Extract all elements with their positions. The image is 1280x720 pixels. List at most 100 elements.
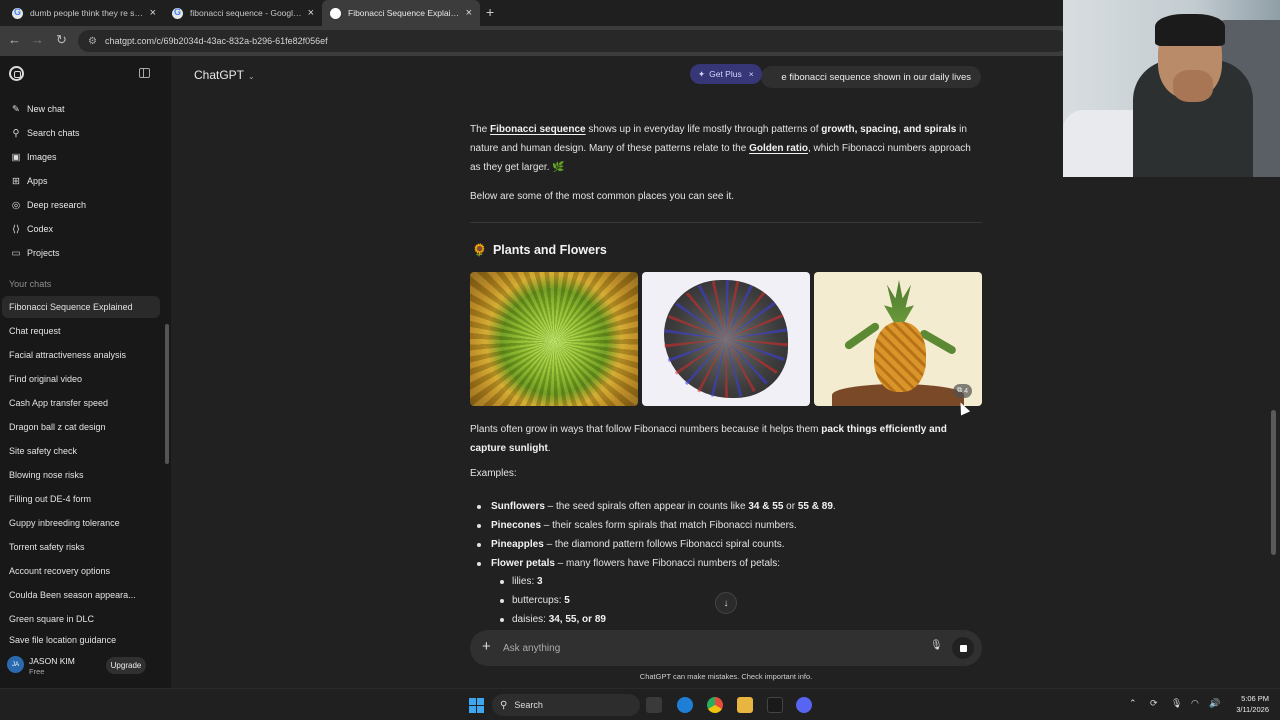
get-plus-label: Get Plus — [709, 69, 742, 79]
webcam-hand — [1173, 70, 1213, 102]
sidebar-item-projects[interactable]: ▭ Projects — [0, 242, 160, 264]
sidebar-item-label: Deep research — [27, 200, 87, 210]
chat-history-item[interactable]: Facial attractiveness analysis — [0, 344, 158, 366]
chatgpt-icon — [330, 7, 341, 19]
text-run: shows up in everyday life mostly through… — [585, 124, 822, 135]
fibonacci-sequence-link[interactable]: Fibonacci sequence — [490, 124, 586, 135]
sunflower-icon: 🌻 — [472, 243, 487, 257]
chat-history-item[interactable]: Dragon ball z cat design — [0, 416, 158, 438]
list-item: daisies: 34, 55, or 89 — [500, 610, 606, 629]
sidebar-header — [0, 56, 171, 96]
folder-icon: ▭ — [11, 247, 21, 259]
system-clock[interactable]: 5:06 PM 3/11/2026 — [1225, 693, 1269, 715]
wifi-icon[interactable]: ◠ — [1191, 698, 1199, 709]
pinecone-image[interactable] — [642, 272, 810, 406]
chat-history-item[interactable]: Site safety check — [0, 440, 158, 462]
pineapple-image[interactable]: ⧉ 4 — [814, 272, 982, 406]
telescope-icon: ◎ — [11, 199, 21, 211]
sync-icon[interactable]: ⟳ — [1150, 698, 1158, 709]
browser-tab-active[interactable]: Fibonacci Sequence Explained × — [322, 0, 480, 26]
sparkle-icon: ✦ — [698, 68, 706, 79]
volume-icon[interactable]: 🔊 — [1209, 698, 1220, 709]
chat-history-item[interactable]: Save file location guidance — [0, 632, 158, 648]
golden-ratio-link[interactable]: Golden ratio — [749, 143, 808, 154]
more-images-badge[interactable]: ⧉ 4 — [953, 384, 972, 398]
new-tab-icon[interactable]: + — [486, 4, 494, 20]
image-count: 4 — [964, 387, 968, 395]
chat-history-item[interactable]: Coulda Been season appeara... — [0, 584, 158, 606]
chat-history-item[interactable]: Cash App transfer speed — [0, 392, 158, 414]
upgrade-button[interactable]: Upgrade — [106, 657, 146, 674]
chat-history-item-active[interactable]: Fibonacci Sequence Explained — [2, 296, 160, 318]
sidebar-item-apps[interactable]: ⊞ Apps — [0, 170, 160, 192]
microphone-icon[interactable]: 🎙 — [1171, 698, 1182, 709]
taskbar-search-label: Search — [514, 700, 543, 710]
webcam-overlay — [1063, 0, 1280, 177]
sidebar-item-new-chat[interactable]: ✎ New chat — [0, 98, 160, 120]
forward-icon[interactable]: → — [31, 32, 44, 47]
text-run: . — [547, 443, 551, 454]
file-explorer-icon[interactable] — [737, 697, 753, 713]
chevron-up-icon[interactable]: ⌃ — [1129, 698, 1137, 709]
browser-tab[interactable]: dumb people think they re sma × — [4, 0, 164, 26]
sidebar-scrollbar[interactable] — [165, 324, 169, 464]
edge-icon[interactable] — [677, 697, 693, 713]
chat-history-item[interactable]: Green square in DLC — [0, 608, 158, 630]
back-icon[interactable]: ← — [8, 32, 21, 47]
user-message-bubble: e fibonacci sequence shown in our daily … — [761, 66, 981, 88]
add-attachment-icon[interactable]: + — [482, 638, 491, 655]
model-selector[interactable]: ChatGPT ⌄ — [194, 68, 255, 82]
chat-history-item[interactable]: Filling out DE-4 form — [0, 488, 158, 510]
chat-history-item[interactable]: Find original video — [0, 368, 158, 390]
chrome-icon[interactable] — [707, 697, 723, 713]
chat-history-item[interactable]: Account recovery options — [0, 560, 158, 582]
reload-icon[interactable]: ↻ — [56, 32, 67, 48]
close-tab-icon[interactable]: × — [308, 7, 314, 19]
sidebar-item-codex[interactable]: ⟨⟩ Codex — [0, 218, 160, 240]
windows-start-icon[interactable] — [469, 698, 484, 713]
close-tab-icon[interactable]: × — [466, 7, 472, 19]
chatgpt-app-icon[interactable] — [767, 697, 783, 713]
sunflower-image[interactable] — [470, 272, 638, 406]
message-composer: + 🎙 — [470, 630, 982, 666]
chat-history-item[interactable]: Blowing nose risks — [0, 464, 158, 486]
address-bar[interactable]: ⚙ chatgpt.com/c/69b2034d-43ac-832a-b296-… — [78, 30, 1068, 52]
close-tab-icon[interactable]: × — [150, 7, 156, 19]
section-heading: 🌻 Plants and Flowers — [472, 243, 607, 257]
stop-generating-button[interactable] — [952, 637, 974, 659]
taskbar-search[interactable]: ⚲ Search — [492, 694, 640, 716]
tab-title: Fibonacci Sequence Explained — [348, 8, 460, 18]
avatar[interactable]: JA — [7, 656, 24, 673]
divider — [470, 222, 982, 223]
plants-paragraph: Plants often grow in ways that follow Fi… — [470, 420, 982, 458]
code-icon: ⟨⟩ — [12, 223, 20, 235]
microphone-icon[interactable]: 🎙 — [930, 640, 943, 651]
sidebar: ✎ New chat ⚲ Search chats ▣ Images ⊞ Apps ◎ D… — [0, 56, 171, 688]
task-view-icon[interactable] — [646, 697, 662, 713]
browser-tab[interactable]: fibonacci sequence - Google Se × — [164, 0, 322, 26]
model-name: ChatGPT — [194, 68, 245, 82]
main-scrollbar[interactable] — [1271, 410, 1276, 555]
prompt-input[interactable] — [503, 639, 883, 657]
tab-title: dumb people think they re sma — [30, 8, 144, 18]
get-plus-button[interactable]: ✦ Get Plus × — [690, 64, 762, 84]
sidebar-item-deep-research[interactable]: ◎ Deep research — [0, 194, 160, 216]
chat-history-item[interactable]: Torrent safety risks — [0, 536, 158, 558]
text-run: . — [832, 501, 836, 512]
user-profile[interactable]: JA JASON KIM Free Upgrade — [0, 652, 171, 688]
discord-icon[interactable] — [796, 697, 812, 713]
clock-time: 5:06 PM — [1241, 694, 1269, 703]
sidebar-item-images[interactable]: ▣ Images — [0, 146, 160, 168]
examples-label: Examples: — [470, 468, 517, 479]
main-chat-area: ChatGPT ⌄ e fibonacci sequence shown in o… — [171, 56, 1063, 688]
openai-logo-icon[interactable] — [9, 66, 24, 81]
close-icon[interactable]: × — [749, 69, 754, 79]
sidebar-toggle-icon[interactable] — [139, 68, 150, 78]
chat-history-item[interactable]: Guppy inbreeding tolerance — [0, 512, 158, 534]
chat-history-item[interactable]: Chat request — [0, 320, 158, 342]
scroll-to-bottom-button[interactable]: ↓ — [715, 592, 737, 614]
sidebar-item-search-chats[interactable]: ⚲ Search chats — [0, 122, 160, 144]
example-text: – the seed spirals often appear in count… — [544, 501, 749, 512]
site-settings-icon[interactable]: ⚙ — [88, 36, 97, 47]
petals-list: lilies: 3 buttercups: 5 daisies: 34, 55,… — [500, 572, 606, 629]
